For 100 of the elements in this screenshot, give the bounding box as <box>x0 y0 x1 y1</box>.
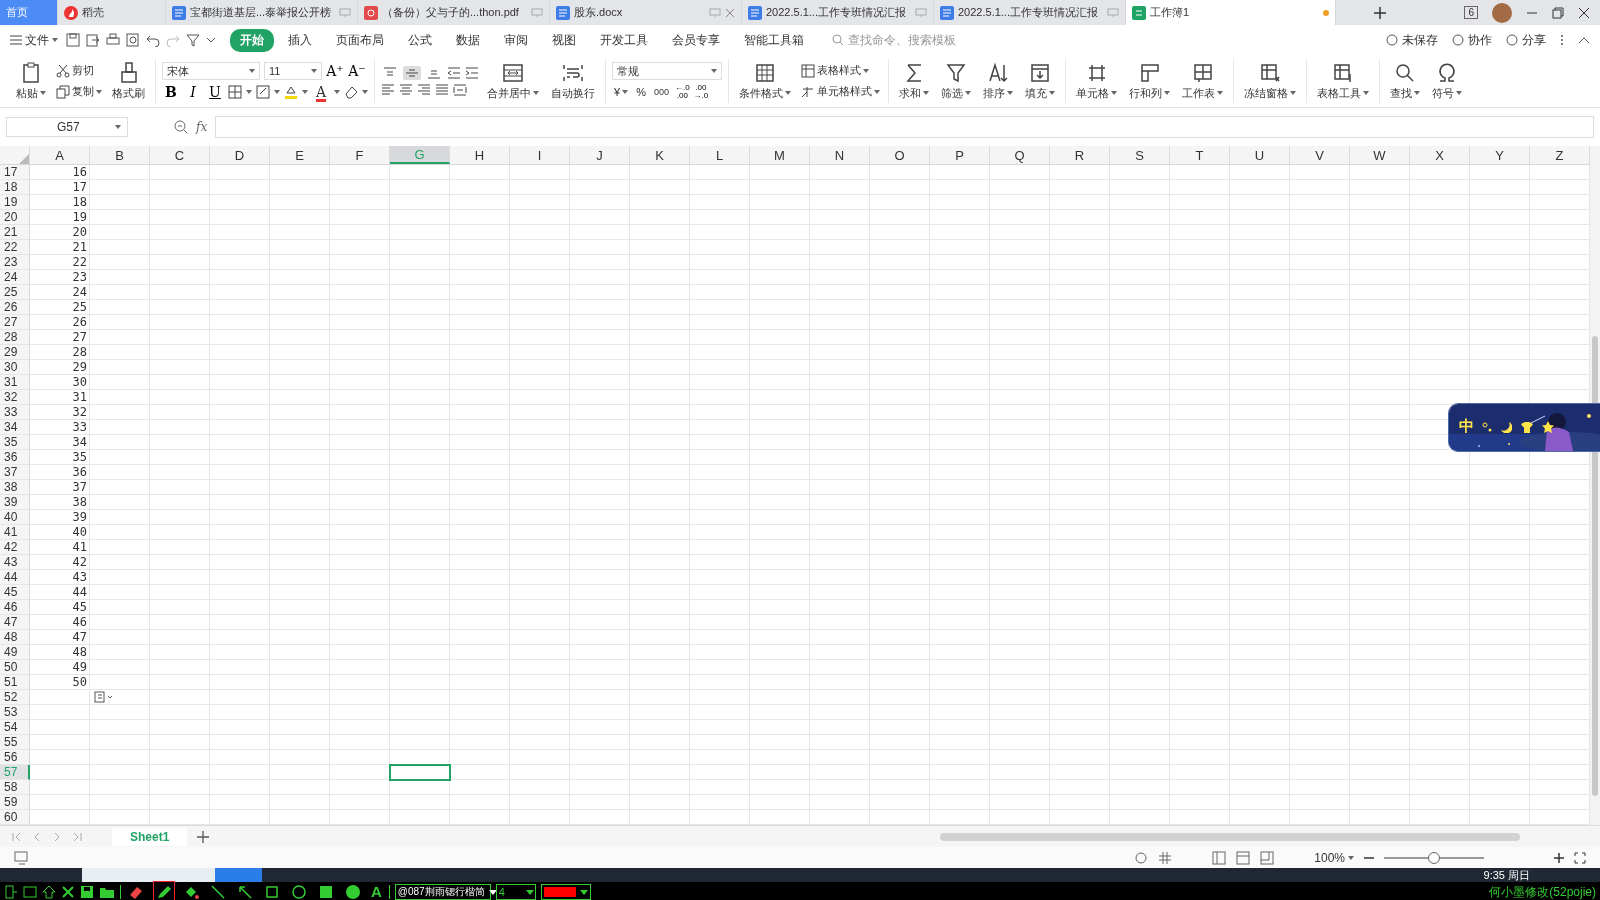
up-arrow-icon[interactable] <box>42 885 56 899</box>
cell-mode-icon[interactable] <box>1158 850 1173 865</box>
column-header[interactable]: A <box>30 146 90 164</box>
avatar[interactable] <box>1492 2 1512 23</box>
row-header[interactable]: 24 <box>0 270 30 285</box>
taskbar-search-field[interactable] <box>82 868 215 882</box>
row-header[interactable]: 23 <box>0 255 30 270</box>
vertical-scrollbar[interactable] <box>1590 146 1600 825</box>
export-icon[interactable] <box>86 33 100 47</box>
document-tab[interactable]: 股东.docx <box>550 0 742 25</box>
conditional-format-button[interactable]: 条件格式 <box>735 61 795 101</box>
ribbon-tab[interactable]: 智能工具箱 <box>734 28 814 52</box>
drawing-tool[interactable] <box>153 881 175 900</box>
row-header[interactable]: 30 <box>0 360 30 375</box>
toolbar-action[interactable]: 分享 <box>1506 31 1546 49</box>
input-method-bar[interactable]: 中 <box>1448 403 1600 452</box>
ribbon-tab[interactable]: 会员专享 <box>662 28 730 52</box>
document-tab[interactable]: 2022.5.1...工作专班情况汇报 <box>742 0 934 25</box>
close-icon[interactable] <box>61 885 75 899</box>
row-header[interactable]: 37 <box>0 465 30 480</box>
ribbon-tool-button[interactable]: 排序 <box>979 61 1017 101</box>
currency-button[interactable]: ¥ <box>612 85 631 99</box>
row-header[interactable]: 52 <box>0 690 30 705</box>
row-header[interactable]: 51 <box>0 675 30 690</box>
column-header[interactable]: N <box>810 146 870 164</box>
row-header[interactable]: 36 <box>0 450 30 465</box>
column-header[interactable]: B <box>90 146 150 164</box>
row-header[interactable]: 48 <box>0 630 30 645</box>
paste-options-icon[interactable] <box>94 691 114 703</box>
window-icon[interactable] <box>23 885 37 899</box>
font-style-button[interactable]: I <box>184 84 202 100</box>
row-header[interactable]: 42 <box>0 540 30 555</box>
row-header[interactable]: 55 <box>0 735 30 750</box>
column-header[interactable]: S <box>1110 146 1170 164</box>
add-sheet-icon[interactable] <box>197 830 210 843</box>
column-header[interactable]: K <box>630 146 690 164</box>
ribbon-tab[interactable]: 开发工具 <box>590 28 658 52</box>
thousands-separator-button[interactable]: 000 <box>651 86 671 98</box>
document-tab[interactable]: 2022.5.1...工作专班情况汇报 <box>934 0 1126 25</box>
cut-button[interactable]: 剪切 <box>54 62 104 79</box>
row-header[interactable]: 21 <box>0 225 30 240</box>
font-color-button[interactable]: A <box>312 84 330 100</box>
ribbon-tab[interactable]: 插入 <box>278 28 322 52</box>
horizontal-align-icon[interactable] <box>417 84 431 96</box>
column-header[interactable]: C <box>150 146 210 164</box>
fullscreen-icon[interactable] <box>1574 851 1586 864</box>
save-icon[interactable] <box>66 33 80 47</box>
cell-fill-icon[interactable] <box>256 85 270 99</box>
file-menu[interactable]: 文件 <box>10 31 58 49</box>
input-mode-label[interactable]: 中 <box>1459 417 1474 436</box>
ribbon-tool-button[interactable]: 表格工具 <box>1313 61 1373 101</box>
formula-field[interactable] <box>215 116 1594 138</box>
column-header[interactable]: E <box>270 146 330 164</box>
ribbon-tab[interactable]: 审阅 <box>494 28 538 52</box>
column-header[interactable]: V <box>1290 146 1350 164</box>
ribbon-tab[interactable]: 数据 <box>446 28 490 52</box>
decrease-decimal-button[interactable]: .00 →.0 <box>693 84 709 100</box>
column-header[interactable]: H <box>450 146 510 164</box>
filter-icon[interactable] <box>186 33 200 47</box>
row-header[interactable]: 27 <box>0 315 30 330</box>
collapse-icon[interactable] <box>1578 36 1590 44</box>
horizontal-align-icon[interactable] <box>399 84 413 96</box>
column-header[interactable]: T <box>1170 146 1230 164</box>
column-header[interactable]: X <box>1410 146 1470 164</box>
row-header[interactable]: 20 <box>0 210 30 225</box>
toolbar-action[interactable]: 协作 <box>1452 31 1492 49</box>
row-header[interactable]: 35 <box>0 435 30 450</box>
column-header[interactable]: W <box>1350 146 1410 164</box>
shrink-font-button[interactable]: A⁻ <box>348 63 366 79</box>
document-tab[interactable]: 工作簿1 <box>1126 0 1336 25</box>
ribbon-tool-button[interactable]: 符号 <box>1428 61 1466 101</box>
text-tool[interactable]: A <box>369 882 384 900</box>
font-style-button[interactable]: U <box>206 84 224 100</box>
ribbon-tool-button[interactable]: 行和列 <box>1125 61 1174 101</box>
column-header[interactable]: M <box>750 146 810 164</box>
column-header[interactable]: U <box>1230 146 1290 164</box>
highlight-icon[interactable] <box>284 85 298 99</box>
zoom-icon[interactable] <box>174 120 188 134</box>
save-icon[interactable] <box>80 885 94 899</box>
row-header[interactable]: 46 <box>0 600 30 615</box>
more-icon[interactable] <box>1560 34 1564 46</box>
row-header[interactable]: 56 <box>0 750 30 765</box>
outdent-icon[interactable] <box>447 67 461 79</box>
row-header[interactable]: 25 <box>0 285 30 300</box>
row-header[interactable]: 34 <box>0 420 30 435</box>
increase-decimal-button[interactable]: ←.0 .00 <box>674 84 690 100</box>
page-break-icon[interactable] <box>1260 850 1275 865</box>
column-header[interactable]: P <box>930 146 990 164</box>
ribbon-tab[interactable]: 视图 <box>542 28 586 52</box>
punctuation-icon[interactable] <box>1482 420 1492 433</box>
toolbar-action[interactable]: 未保存 <box>1386 31 1438 49</box>
row-header[interactable]: 17 <box>0 165 30 180</box>
name-box[interactable]: G57 <box>6 117 128 137</box>
ribbon-tab[interactable]: 页面布局 <box>326 28 394 52</box>
function-label[interactable]: fx <box>196 120 208 134</box>
row-header[interactable]: 49 <box>0 645 30 660</box>
size-dropdown[interactable]: 4 <box>495 884 536 900</box>
new-tab-icon[interactable] <box>1374 6 1387 19</box>
star-icon[interactable] <box>1542 420 1554 433</box>
row-header[interactable]: 19 <box>0 195 30 210</box>
